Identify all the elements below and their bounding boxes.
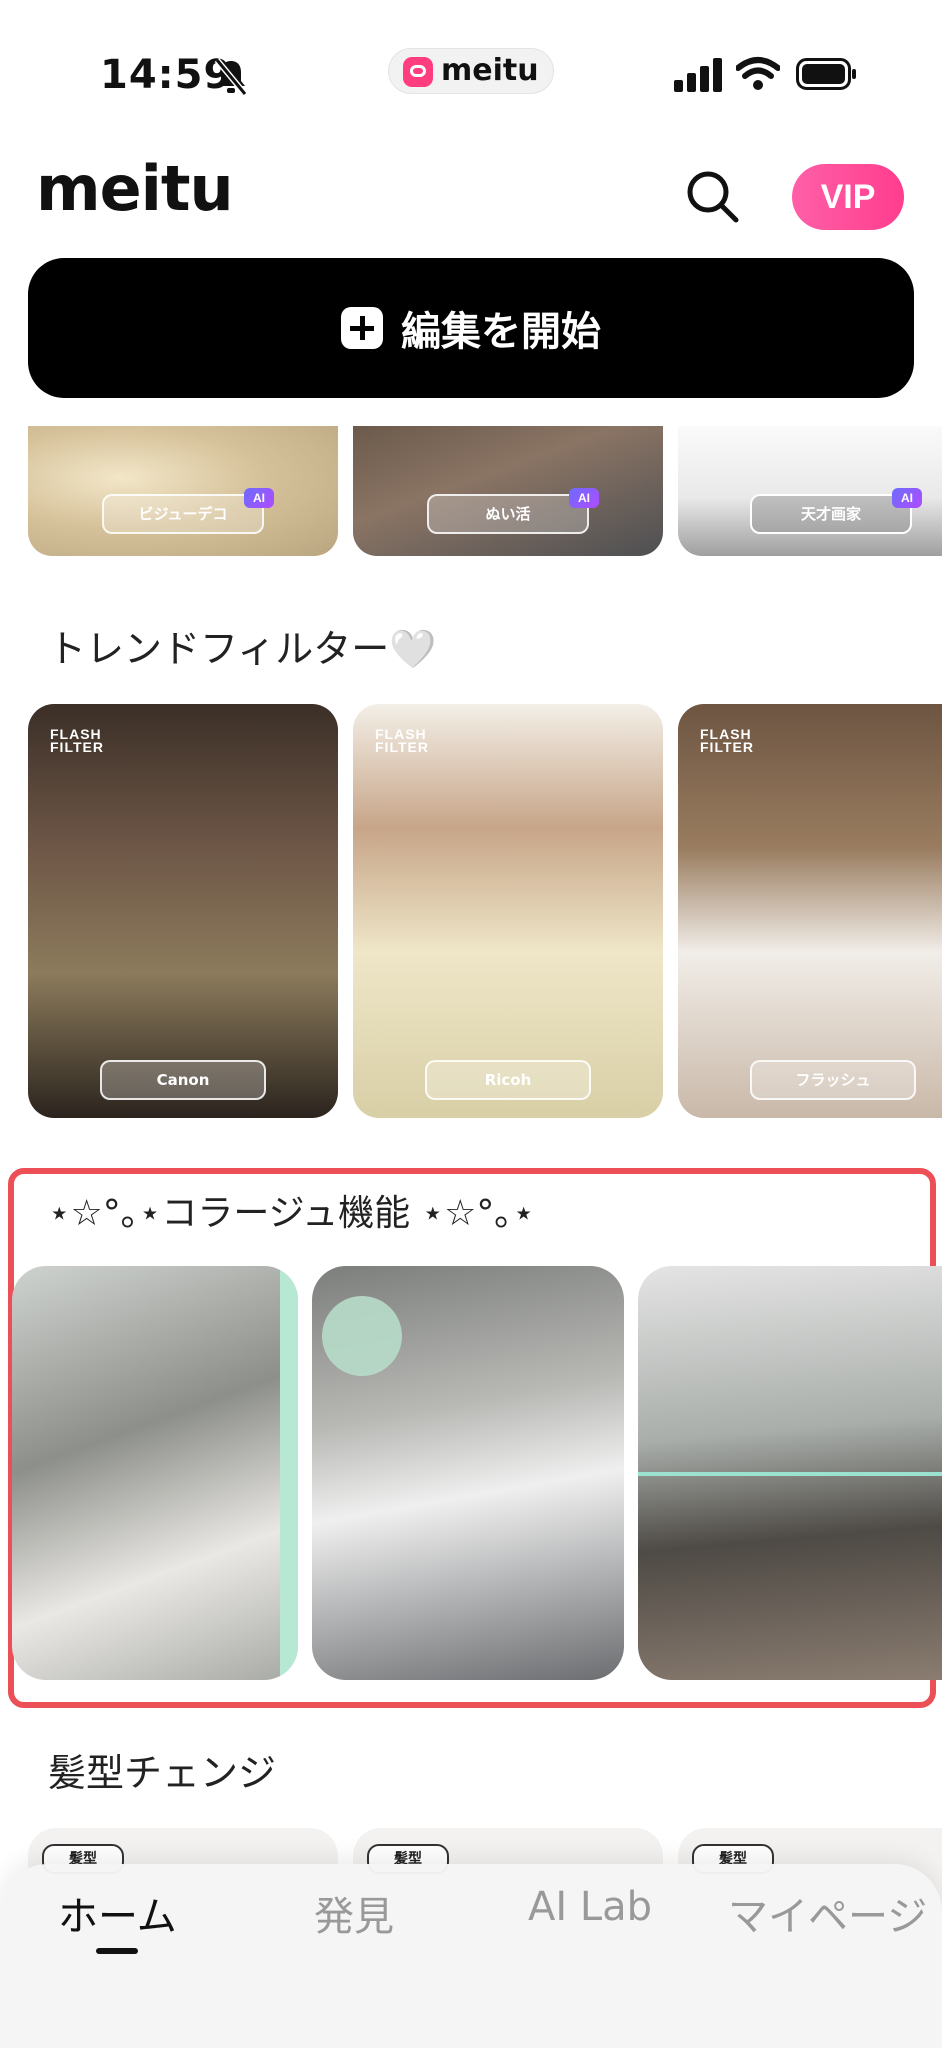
flash-filter-tag: FLASH FILTER [700, 726, 754, 755]
ai-badge: AI [892, 488, 922, 508]
trend-filter-title: トレンドフィルター🤍 [48, 627, 437, 671]
collage-card-2[interactable] [312, 1266, 624, 1680]
filter-label: Ricoh [425, 1060, 591, 1100]
status-time: 14:59 [100, 52, 233, 98]
start-edit-button[interactable]: 編集を開始 [28, 258, 914, 398]
nav-item-discover[interactable]: 発見 [314, 1884, 394, 1942]
nav-active-indicator [96, 1948, 138, 1954]
start-edit-label: 編集を開始 [401, 309, 601, 355]
app-indicator-name: meitu [441, 53, 539, 88]
nav-item-home[interactable]: ホーム [58, 1884, 177, 1942]
collage-decor [280, 1266, 298, 1680]
ai-badge: AI [244, 488, 274, 508]
bottom-navigation: ホーム 発見 AI Lab マイページ [0, 1864, 942, 2048]
meitu-logo: meitu [36, 152, 234, 225]
nav-item-ai-lab[interactable]: AI Lab [528, 1884, 652, 1930]
bell-muted-icon [214, 58, 248, 96]
app-indicator-pill[interactable]: meitu [388, 48, 554, 94]
collage-decor [322, 1296, 402, 1376]
feature-card-tensai-gaka[interactable]: 天才画家 AI [678, 426, 942, 556]
hair-change-title: 髪型チェンジ [48, 1751, 277, 1795]
filter-card-ricoh[interactable]: FLASH FILTER Ricoh [353, 704, 663, 1118]
feature-label: 天才画家 [750, 494, 912, 534]
cellular-signal-icon [674, 58, 722, 92]
filter-label: フラッシュ [750, 1060, 916, 1100]
plus-icon [341, 307, 383, 349]
flash-filter-tag: FLASH FILTER [50, 726, 104, 755]
collage-title: ⋆☆°｡⋆コラージュ機能 ⋆☆°｡⋆ [48, 1193, 535, 1234]
feature-label: ビジューデコ [102, 494, 264, 534]
vip-button[interactable]: VIP [792, 164, 904, 230]
flash-filter-tag: FLASH FILTER [375, 726, 429, 755]
battery-icon [796, 58, 856, 90]
ai-badge: AI [569, 488, 599, 508]
collage-card-1[interactable] [12, 1266, 298, 1680]
wifi-icon [736, 57, 780, 90]
filter-label: Canon [100, 1060, 266, 1100]
nav-item-my-page[interactable]: マイページ [728, 1884, 927, 1942]
collage-card-3[interactable] [638, 1266, 942, 1680]
filter-card-flash[interactable]: FLASH FILTER フラッシュ [678, 704, 942, 1118]
collage-decor [638, 1472, 942, 1476]
feature-label: ぬい活 [427, 494, 589, 534]
meitu-app-icon [403, 57, 433, 87]
search-icon[interactable] [684, 168, 740, 224]
feature-card-bijou-deco[interactable]: ビジューデコ AI [28, 426, 338, 556]
filter-card-canon[interactable]: FLASH FILTER Canon [28, 704, 338, 1118]
status-bar: 14:59 meitu [0, 0, 942, 140]
feature-card-nui-katsu[interactable]: ぬい活 AI [353, 426, 663, 556]
